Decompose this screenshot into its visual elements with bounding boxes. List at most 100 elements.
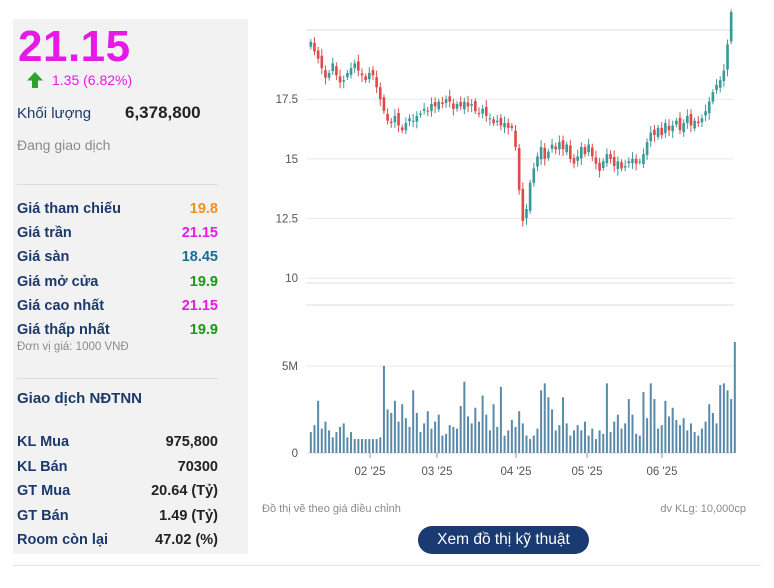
volume-bar xyxy=(551,409,554,453)
candle-body xyxy=(729,12,733,42)
volume-bar xyxy=(404,418,407,453)
candle-body xyxy=(711,92,715,102)
volume-bar xyxy=(682,418,685,453)
volume-bar xyxy=(328,430,331,453)
volume-bar xyxy=(660,425,663,453)
volume-bar xyxy=(423,423,426,453)
technical-chart-button[interactable]: Xem đồ thị kỹ thuật xyxy=(418,526,589,554)
candle-body xyxy=(627,161,631,164)
volume-bar xyxy=(412,390,415,453)
candle-body xyxy=(382,97,386,112)
volume-bar xyxy=(609,432,612,453)
volume-bar xyxy=(320,428,323,453)
candle-body xyxy=(726,44,729,70)
volume-bar xyxy=(371,439,374,453)
volume-bar xyxy=(635,433,638,453)
candle-body xyxy=(360,73,364,76)
candle-body xyxy=(419,113,422,115)
volume-bar xyxy=(470,423,473,453)
candle-body xyxy=(715,84,718,91)
candle-body xyxy=(346,72,349,78)
candlestick-series xyxy=(309,9,733,227)
foreign-room-value: 47.02 (%) xyxy=(155,532,218,548)
volume-bar xyxy=(514,426,517,453)
volume-bar xyxy=(620,428,623,453)
candle-body xyxy=(532,168,536,183)
candle-body xyxy=(550,144,554,149)
candle-body xyxy=(521,188,525,221)
candle-body xyxy=(437,101,441,110)
volume-bar xyxy=(477,421,480,453)
candle-body xyxy=(543,147,547,159)
candle-body xyxy=(510,125,514,128)
candle-body xyxy=(488,118,492,120)
volume-bar xyxy=(726,390,729,453)
candle-body xyxy=(707,101,711,114)
candle-body xyxy=(525,209,528,219)
candle-body xyxy=(612,156,616,167)
volume-bar xyxy=(346,437,349,453)
divider xyxy=(13,565,761,566)
candle-body xyxy=(393,115,397,123)
candle-body xyxy=(565,144,569,153)
candle-body xyxy=(623,166,627,168)
candle-body xyxy=(561,140,565,150)
chart-grid xyxy=(306,29,734,458)
candle-body xyxy=(426,110,430,112)
volume-bar xyxy=(466,416,470,453)
candle-body xyxy=(433,102,437,107)
volume-bar xyxy=(521,423,524,453)
volume-bar xyxy=(357,439,360,453)
volume-bar xyxy=(624,423,627,453)
candle-body xyxy=(579,146,583,159)
volume-bar xyxy=(708,404,711,453)
volume-bar xyxy=(430,428,433,453)
candle-body xyxy=(371,70,375,76)
candle-body xyxy=(638,161,642,163)
volume-bar xyxy=(547,397,550,453)
volume-bar xyxy=(437,414,440,453)
volume-bar xyxy=(697,435,700,453)
candle-body xyxy=(528,182,532,211)
candle-body xyxy=(620,162,623,169)
volume-bar xyxy=(583,421,586,453)
candle-body xyxy=(696,121,700,124)
volume-bar xyxy=(474,407,477,453)
candle-body xyxy=(408,118,411,122)
candle-body xyxy=(594,157,598,164)
candle-body xyxy=(517,147,521,190)
volume-bar xyxy=(689,423,692,453)
candle-body xyxy=(685,115,689,124)
volume-tick-label: 0 xyxy=(292,448,298,460)
volume-bar xyxy=(342,423,345,453)
candle-body xyxy=(590,147,594,157)
volume-bar xyxy=(415,412,418,453)
candle-body xyxy=(576,156,579,161)
candle-body xyxy=(506,123,510,128)
candle-body xyxy=(444,99,448,104)
candle-body xyxy=(634,158,638,164)
volume-bar xyxy=(730,399,733,453)
volume-bar xyxy=(452,426,455,453)
candle-body xyxy=(667,125,671,131)
volume-bar xyxy=(671,407,674,453)
candle-body xyxy=(331,63,335,72)
candle-body xyxy=(558,142,561,150)
candle-body xyxy=(689,114,693,126)
volume-bar xyxy=(518,411,521,453)
volume-bar xyxy=(485,414,488,453)
volume-bar xyxy=(602,433,605,453)
volume-bar xyxy=(529,439,532,453)
volume-bar xyxy=(397,421,400,453)
volume-bar xyxy=(441,435,444,453)
candle-body xyxy=(364,76,367,81)
candle-body xyxy=(569,145,572,159)
candle-body xyxy=(349,68,353,75)
volume-bar xyxy=(379,437,382,453)
volume-bar xyxy=(390,412,393,453)
candle-body xyxy=(459,102,463,107)
candle-body xyxy=(495,120,499,123)
volume-bar xyxy=(642,392,645,453)
volume-bar xyxy=(638,435,641,453)
candle-body xyxy=(642,154,645,165)
